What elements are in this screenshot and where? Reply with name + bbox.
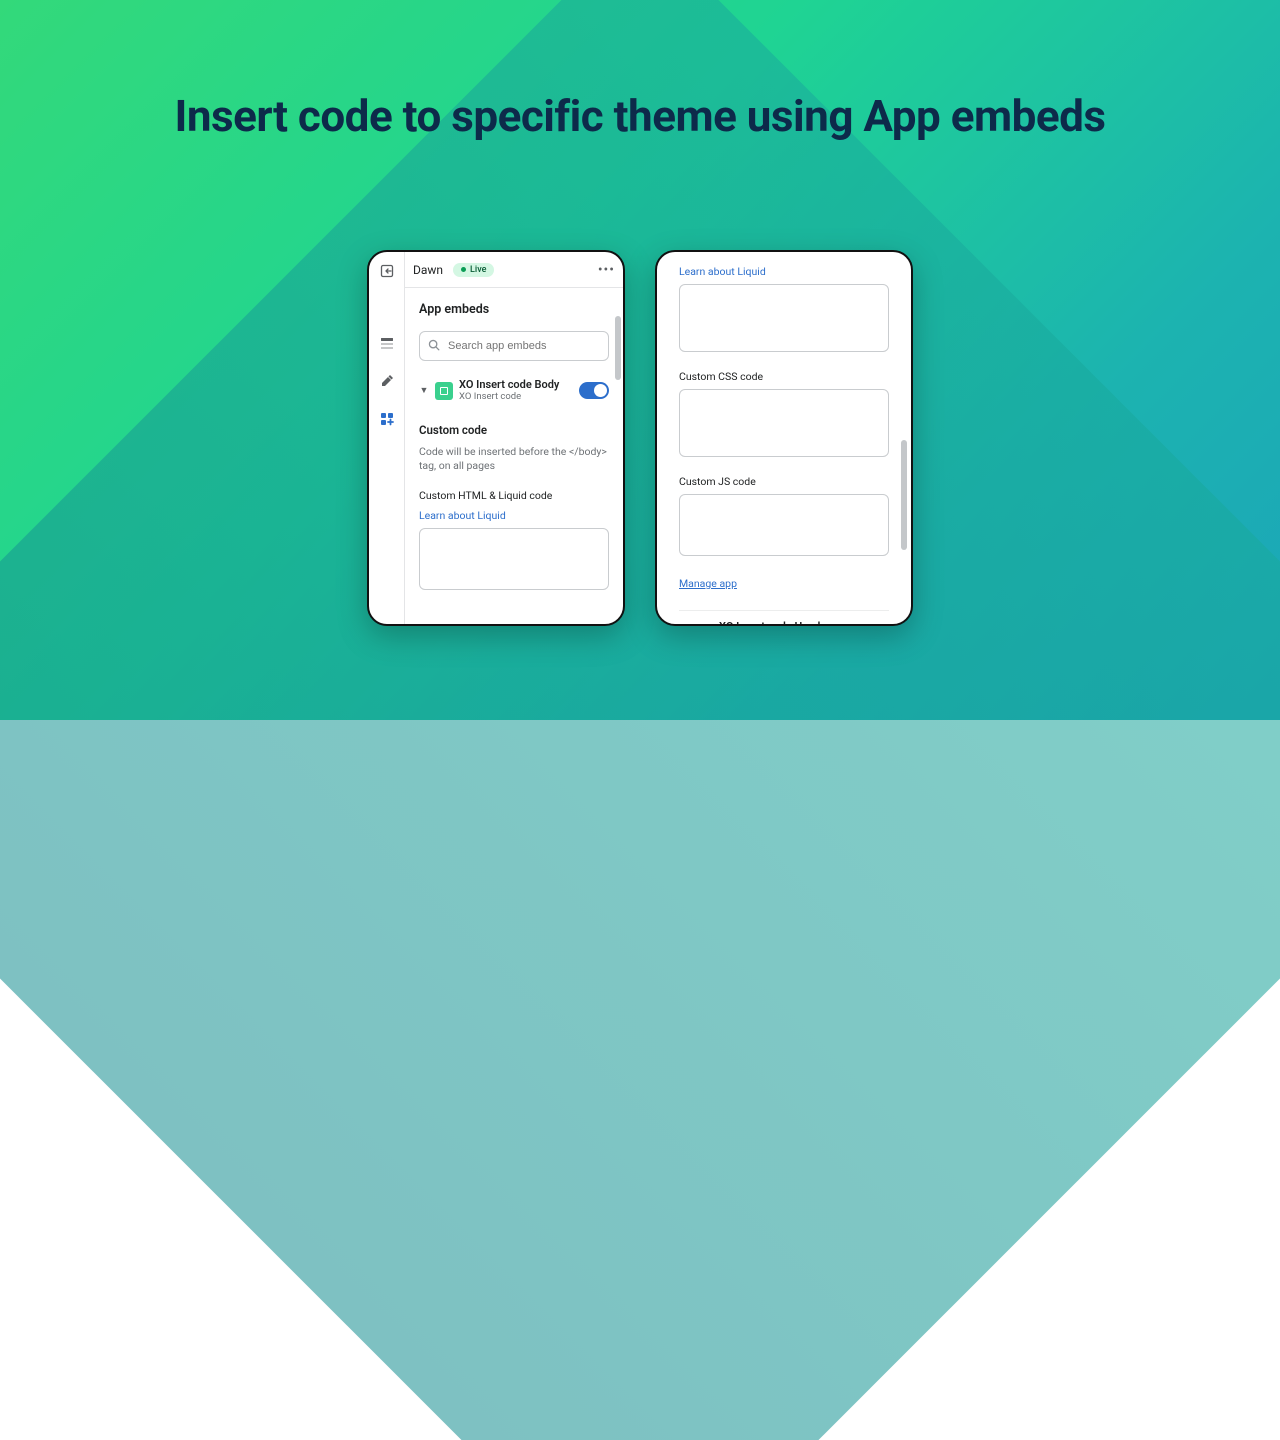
embed-item-body[interactable]: ▼ XO Insert code Body XO Insert code [419,379,609,403]
app-badge-icon [695,624,713,626]
embed-toggle[interactable] [859,624,889,626]
learn-liquid-link[interactable]: Learn about Liquid [679,265,766,278]
live-badge: Live [453,263,494,277]
theme-settings-icon[interactable] [378,372,396,390]
scrollbar[interactable] [901,260,907,616]
custom-code-heading: Custom code [419,423,609,437]
js-label: Custom JS code [679,475,889,488]
search-app-embeds[interactable] [419,331,609,361]
left-screenshot-card: Dawn Live ••• App embeds [367,250,625,626]
embed-title: XO Insert code Header [719,621,853,626]
embed-toggle[interactable] [579,382,609,399]
app-badge-icon [435,382,453,400]
learn-liquid-link[interactable]: Learn about Liquid [419,509,506,522]
search-icon [427,338,441,352]
editor-siderail [369,252,405,624]
app-embeds-heading: App embeds [419,302,609,317]
editor-topbar: Dawn Live ••• [405,252,623,288]
html-liquid-label: Custom HTML & Liquid code [419,489,609,502]
right-screenshot-card: Learn about Liquid Custom CSS code Custo… [655,250,913,626]
embed-item-header[interactable]: ▶ XO Insert code Header XO Insert code [679,610,889,626]
scrollbar[interactable] [615,292,621,618]
screenshot-pair: Dawn Live ••• App embeds [0,250,1280,626]
chevron-down-icon[interactable]: ▼ [419,385,429,396]
scrollbar-thumb[interactable] [615,316,621,380]
css-label: Custom CSS code [679,370,889,383]
sections-icon[interactable] [378,334,396,352]
theme-name: Dawn [413,263,443,277]
manage-app-link[interactable]: Manage app [679,577,737,590]
embed-subtitle: XO Insert code [459,392,573,403]
page-headline: Insert code to specific theme using App … [0,92,1280,141]
custom-code-description: Code will be inserted before the </body>… [419,445,609,473]
search-input[interactable] [419,331,609,361]
scrollbar-thumb[interactable] [901,440,907,550]
app-embeds-icon[interactable] [378,410,396,428]
embed-title: XO Insert code Body [459,379,573,392]
js-textarea[interactable] [679,494,889,556]
html-liquid-textarea[interactable] [679,284,889,352]
more-icon[interactable]: ••• [598,262,615,278]
live-dot-icon [461,267,466,272]
exit-icon[interactable] [378,262,396,280]
css-textarea[interactable] [679,389,889,457]
html-liquid-textarea[interactable] [419,528,609,590]
